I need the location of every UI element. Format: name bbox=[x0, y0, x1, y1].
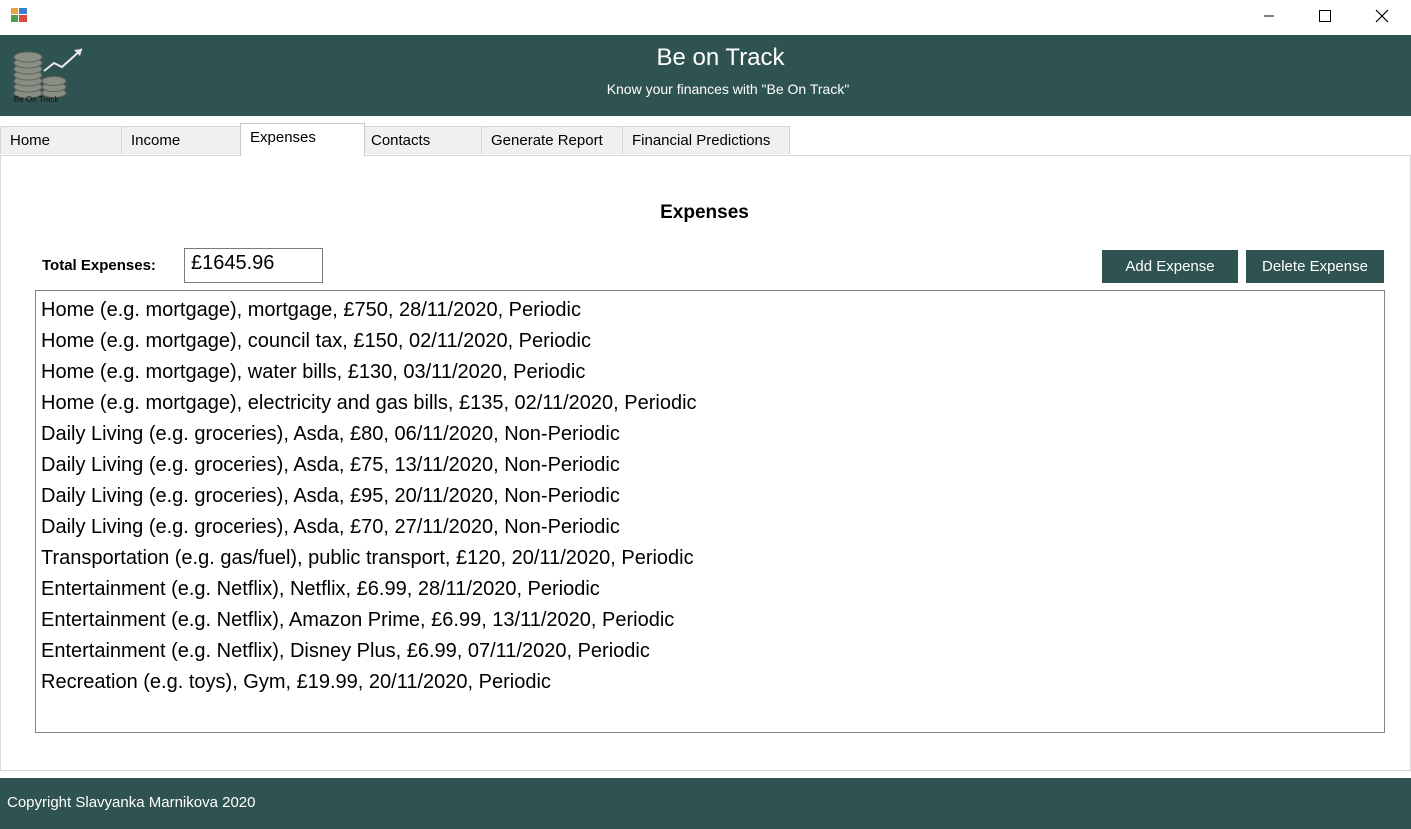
copyright-text: Copyright Slavyanka Marnikova 2020 bbox=[7, 794, 256, 811]
maximize-icon[interactable] bbox=[1302, 0, 1348, 32]
tab-contacts[interactable]: Contacts bbox=[361, 126, 482, 154]
list-item[interactable]: Recreation (e.g. toys), Gym, £19.99, 20/… bbox=[41, 667, 1384, 698]
add-expense-button[interactable]: Add Expense bbox=[1102, 250, 1238, 283]
list-item[interactable]: Entertainment (e.g. Netflix), Amazon Pri… bbox=[41, 605, 1384, 636]
list-item[interactable]: Entertainment (e.g. Netflix), Netflix, £… bbox=[41, 574, 1384, 605]
list-item[interactable]: Entertainment (e.g. Netflix), Disney Plu… bbox=[41, 636, 1384, 667]
app-footer: Copyright Slavyanka Marnikova 2020 bbox=[0, 778, 1411, 829]
app-icon[interactable] bbox=[11, 8, 27, 22]
list-item[interactable]: Daily Living (e.g. groceries), Asda, £80… bbox=[41, 419, 1384, 450]
tab-generate-report[interactable]: Generate Report bbox=[481, 126, 623, 154]
list-item[interactable]: Daily Living (e.g. groceries), Asda, £75… bbox=[41, 450, 1384, 481]
close-icon[interactable] bbox=[1359, 0, 1405, 32]
tab-expenses[interactable]: Expenses bbox=[240, 123, 365, 156]
expenses-listbox[interactable]: Home (e.g. mortgage), mortgage, £750, 28… bbox=[35, 290, 1385, 733]
window-titlebar bbox=[0, 0, 1411, 35]
list-item[interactable]: Daily Living (e.g. groceries), Asda, £95… bbox=[41, 481, 1384, 512]
tab-home[interactable]: Home bbox=[0, 126, 122, 154]
app-subtitle: Know your finances with "Be On Track" bbox=[606, 81, 850, 97]
tab-income[interactable]: Income bbox=[121, 126, 241, 154]
list-item[interactable]: Home (e.g. mortgage), electricity and ga… bbox=[41, 388, 1384, 419]
list-item[interactable]: Home (e.g. mortgage), mortgage, £750, 28… bbox=[41, 295, 1384, 326]
total-expenses-label: Total Expenses: bbox=[42, 257, 156, 274]
minimize-icon[interactable] bbox=[1246, 0, 1292, 32]
total-expenses-field[interactable]: £1645.96 bbox=[184, 248, 323, 283]
tab-financial-predictions[interactable]: Financial Predictions bbox=[622, 126, 790, 154]
list-item[interactable]: Home (e.g. mortgage), water bills, £130,… bbox=[41, 357, 1384, 388]
page-title: Expenses bbox=[660, 202, 749, 223]
list-item[interactable]: Daily Living (e.g. groceries), Asda, £70… bbox=[41, 512, 1384, 543]
app-title: Be on Track bbox=[656, 44, 785, 71]
list-item[interactable]: Home (e.g. mortgage), council tax, £150,… bbox=[41, 326, 1384, 357]
delete-expense-button[interactable]: Delete Expense bbox=[1246, 250, 1384, 283]
list-item[interactable]: Transportation (e.g. gas/fuel), public t… bbox=[41, 543, 1384, 574]
